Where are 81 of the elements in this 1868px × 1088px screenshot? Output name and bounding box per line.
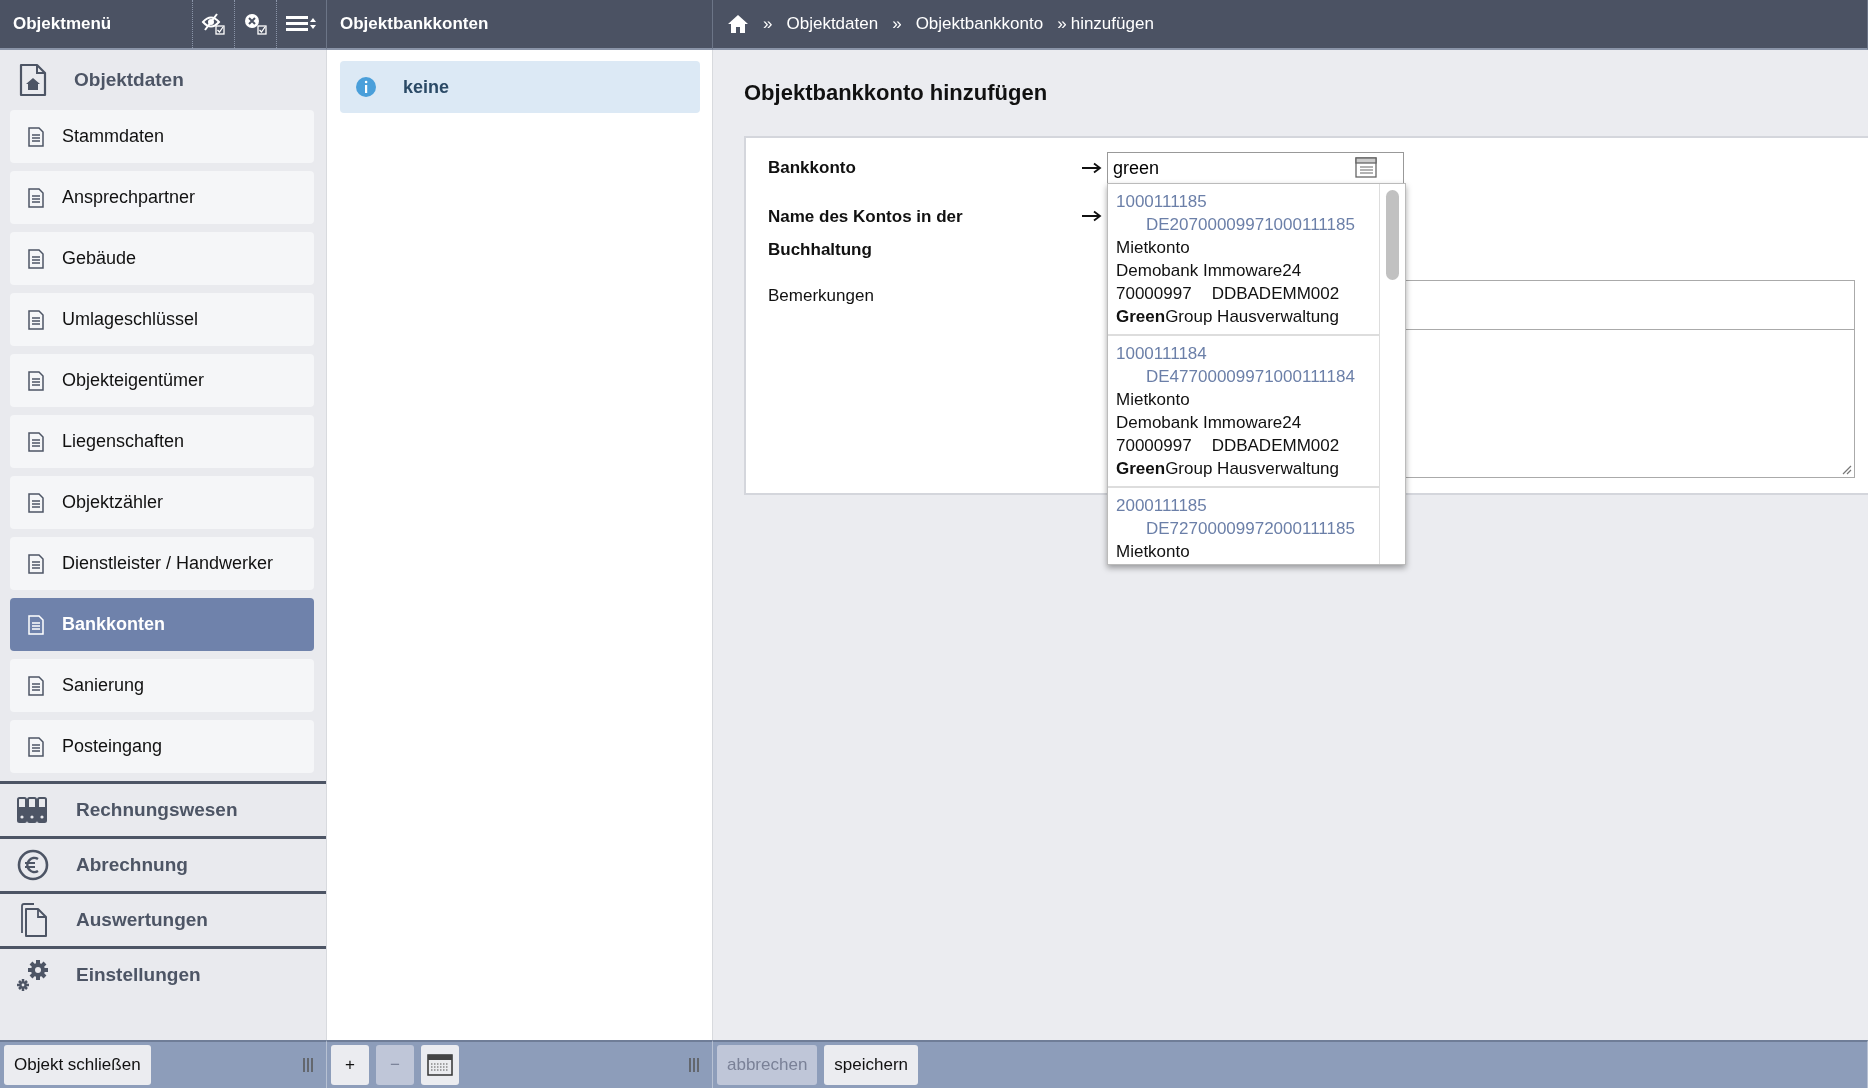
eye-off-icon <box>200 12 227 36</box>
calendar-button[interactable] <box>421 1045 459 1085</box>
bank-code: 70000997 <box>1116 283 1192 305</box>
sidebar-group[interactable]: Auswertungen <box>0 891 326 946</box>
scrollbar-thumb[interactable] <box>1386 190 1399 280</box>
calendar-icon <box>427 1054 453 1076</box>
sidebar-item[interactable]: Objektzähler <box>10 476 314 529</box>
breadcrumb-separator: » <box>1057 14 1067 34</box>
sidebar-item[interactable]: Stammdaten <box>10 110 314 163</box>
sidebar-item[interactable]: Posteingang <box>10 720 314 773</box>
sidebar-item[interactable]: Sanierung <box>10 659 314 712</box>
document-icon <box>28 431 44 452</box>
option-text: Demobank Immoware24 <box>1116 412 1303 434</box>
document-icon <box>28 370 44 391</box>
bic-code: DDBADEMM002 <box>1211 435 1340 457</box>
option-text: Demobank Immoware24 <box>1116 260 1303 282</box>
account-number: 2000111185 <box>1116 495 1208 517</box>
info-message: keine <box>340 61 700 113</box>
euro-icon <box>16 849 50 881</box>
owner-text: GreenGroup Hausverwaltung <box>1116 458 1340 480</box>
menu-title: Objektmenü <box>12 14 112 34</box>
bic-code: DDBADEMM002 <box>1211 283 1340 305</box>
binders-icon <box>16 797 50 823</box>
account-number: 1000111185 <box>1116 191 1208 213</box>
option-text: Mietkonto <box>1116 541 1191 563</box>
sidebar-item[interactable]: Dienstleister / Handwerker <box>10 537 314 590</box>
sidebar-item[interactable]: Objekteigentümer <box>10 354 314 407</box>
sidebar-item[interactable]: Umlageschlüssel <box>10 293 314 346</box>
resize-handle-icon[interactable] <box>302 1057 314 1073</box>
arrow-icon <box>1082 162 1102 174</box>
sidebar-group[interactable]: Einstellungen <box>0 946 326 1001</box>
gears-icon <box>16 958 50 992</box>
owner-text: GreenGroup Hausverwaltung <box>1116 306 1340 328</box>
sidebar-group[interactable]: Rechnungswesen <box>0 781 326 836</box>
sidebar-item[interactable]: Ansprechpartner <box>10 171 314 224</box>
iban-text: DE47700009971000111184 <box>1145 366 1356 388</box>
resize-handle-icon[interactable] <box>688 1057 700 1073</box>
action-button[interactable]: speichern <box>824 1045 919 1085</box>
iban-text: DE72700009972000111185 <box>1145 518 1356 540</box>
field-label: Bankkonto <box>768 157 856 179</box>
section-title: Objektdaten <box>74 69 184 91</box>
document-icon <box>28 492 44 513</box>
field-label: Name des Kontos in der Buchhaltung <box>768 206 964 261</box>
form-title: Objektbankkonto hinzufügen <box>744 80 1049 106</box>
list-picker-icon[interactable] <box>1355 157 1379 179</box>
sidebar-item[interactable]: Gebäude <box>10 232 314 285</box>
suggestion-option[interactable]: 2000111185 DE72700009972000111185 Mietkonto <box>1108 488 1379 564</box>
close-object-button[interactable]: Objekt schließen <box>4 1045 151 1085</box>
breadcrumb-link[interactable]: Objektbankkonto <box>915 14 1044 34</box>
option-text: Mietkonto <box>1116 237 1191 259</box>
suggestion-option[interactable]: 1000111184 DE47700009971000111184 Mietkonto Demobank Immoware24 70000997 DDBADEMM002 GreenGroup Hausverwaltung <box>1108 336 1379 488</box>
document-icon <box>28 614 44 635</box>
document-icon <box>28 126 44 147</box>
home-icon[interactable] <box>727 14 749 34</box>
field-label: Bemerkungen <box>768 285 874 307</box>
sidebar-group[interactable]: Abrechnung <box>0 836 326 891</box>
resize-grip-icon[interactable] <box>1840 463 1852 475</box>
sidebar-item[interactable]: Bankkonten <box>10 598 314 651</box>
breadcrumb-link[interactable]: Objektdaten <box>786 14 879 34</box>
close-circle-icon <box>242 12 269 36</box>
document-icon <box>28 309 44 330</box>
option-text: Mietkonto <box>1116 389 1191 411</box>
account-number: 1000111184 <box>1116 343 1208 365</box>
sidebar-item[interactable]: Liegenschaften <box>10 415 314 468</box>
document-icon <box>28 248 44 269</box>
breadcrumb-separator: » <box>763 14 773 34</box>
iban-text: DE20700009971000111185 <box>1145 214 1356 236</box>
list-title: Objektbankkonten <box>339 14 489 34</box>
sort-list-icon <box>285 14 318 34</box>
arrow-icon <box>1082 210 1102 222</box>
toolbar-button[interactable]: + <box>331 1045 369 1085</box>
document-icon <box>28 553 44 574</box>
house-document-icon <box>18 63 48 97</box>
document-icon <box>28 187 44 208</box>
breadcrumb-separator: » <box>892 14 902 34</box>
breadcrumb-link[interactable]: hinzufügen <box>1070 14 1154 34</box>
bank-code: 70000997 <box>1116 435 1192 457</box>
suggestion-option[interactable]: 1000111185 DE20700009971000111185 Mietkonto Demobank Immoware24 70000997 DDBADEMM002 GreenGroup Hausverwaltung <box>1108 184 1379 336</box>
info-icon <box>355 76 377 98</box>
document-icon <box>28 675 44 696</box>
document-icon <box>28 736 44 757</box>
